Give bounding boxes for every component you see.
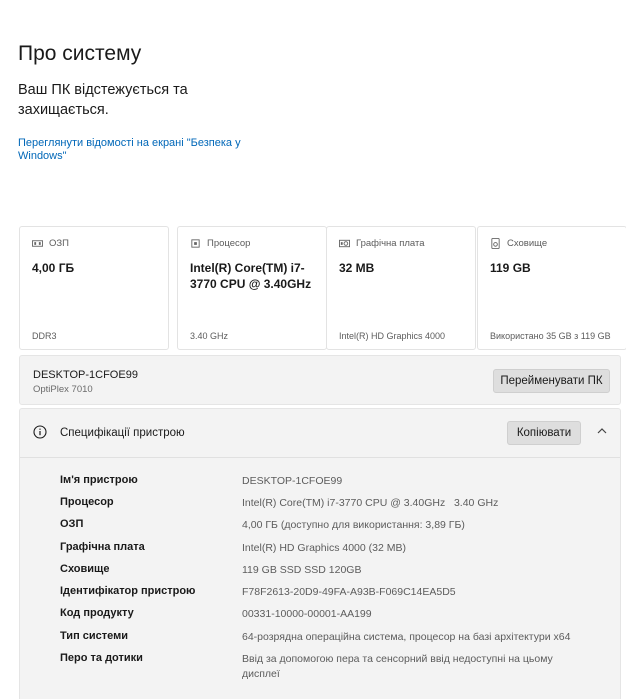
card-ram-sub: DDR3 [32,331,57,341]
spec-value: F78F2613-20D9-49FA-A93B-F069C14EA5D5 [242,586,456,598]
chevron-up-icon[interactable] [596,425,608,437]
rename-pc-button[interactable]: Перейменувати ПК [493,369,610,393]
card-storage: Сховище 119 GB Використано 35 GB з 119 G… [477,226,626,350]
spec-label: ОЗП [60,518,84,530]
card-storage-value: 119 GB [490,261,531,275]
specifications-header[interactable]: Специфікації пристрою Копіювати [20,409,620,457]
card-graphics: Графічна плата 32 MB Intel(R) HD Graphic… [326,226,476,350]
page-title: Про систему [18,42,142,65]
spec-label: Ідентифікатор пристрою [60,585,196,597]
protection-status-text: Ваш ПК відстежується та захищається. [18,82,188,118]
graphics-card-icon [339,239,350,248]
info-icon [33,425,47,439]
card-storage-label: Сховище [507,238,548,249]
ram-icon [32,240,43,247]
spec-value: DESKTOP-1CFOE99 [242,475,343,487]
spec-value: 00331-10000-00001-AA199 [242,608,372,620]
spec-label: Тип системи [60,630,129,642]
card-graphics-label: Графічна плата [356,238,425,249]
specifications-title: Специфікації пристрою [60,427,185,439]
spec-value: Ввід за допомогою пера та сенсорний ввід… [242,653,553,680]
copy-button[interactable]: Копіювати [507,421,581,445]
device-model: OptiPlex 7010 [33,384,93,395]
spec-label: Сховище [60,563,110,575]
spec-label: Перо та дотики [60,652,143,664]
storage-icon [491,238,500,249]
card-graphics-sub: Intel(R) HD Graphics 4000 [339,331,446,341]
card-processor: Процесор Intel(R) Core(TM) i7-3770 CPU @… [177,226,327,350]
windows-security-link[interactable]: Переглянути відомості на екрані "Безпека… [18,137,258,163]
spec-value: Intel(R) Core(TM) i7-3770 CPU @ 3.40GHz … [242,497,499,509]
divider [20,457,620,458]
card-ram-value: 4,00 ГБ [32,261,75,275]
spec-value: Intel(R) HD Graphics 4000 (32 MB) [242,542,406,554]
spec-label: Графічна плата [60,541,145,553]
spec-value: 64-розрядна операційна система, процесор… [242,631,571,643]
spec-value: 119 GB SSD SSD 120GB [242,564,362,576]
card-ram-label: ОЗП [49,238,69,249]
card-processor-value: Intel(R) Core(TM) i7-3770 CPU @ 3.40GHz [190,261,312,291]
device-specifications-panel: Специфікації пристрою Копіювати Ім'я при… [19,408,621,699]
spec-label: Ім'я пристрою [60,474,138,486]
card-graphics-value: 32 MB [339,261,375,275]
card-processor-label: Процесор [207,238,251,249]
card-storage-sub: Використано 35 GB з 119 GB [490,331,611,341]
device-name: DESKTOP-1CFOE99 [33,369,138,381]
spec-label: Процесор [60,496,114,508]
processor-icon [191,239,200,248]
spec-label: Код продукту [60,607,134,619]
card-ram: ОЗП 4,00 ГБ DDR3 [19,226,169,350]
spec-value: 4,00 ГБ (доступно для використання: 3,89… [242,519,465,531]
device-name-bar: DESKTOP-1CFOE99 OptiPlex 7010 Перейменув… [19,355,621,405]
card-processor-sub: 3.40 GHz [190,331,229,341]
